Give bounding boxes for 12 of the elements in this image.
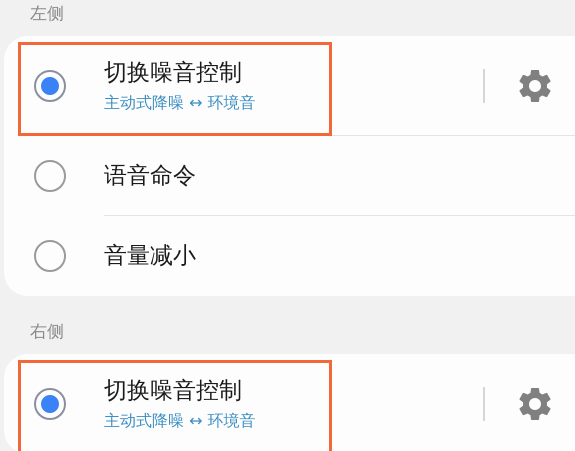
radio-button[interactable] [34,70,66,102]
option-subtitle: 主动式降噪 ↔ 环境音 [104,410,257,432]
radio-button[interactable] [34,388,66,420]
option-title: 切换噪音控制 [104,58,243,88]
section-header: 左侧 [30,3,64,26]
option-subtitle: 主动式降噪 ↔ 环境音 [104,92,257,114]
section-header: 右侧 [30,321,64,344]
radio-button[interactable] [34,240,66,272]
option-title: 语音命令 [104,162,197,190]
radio-button[interactable] [34,160,66,192]
option-title: 切换噪音控制 [104,377,243,406]
option-title: 音量减小 [104,242,197,271]
